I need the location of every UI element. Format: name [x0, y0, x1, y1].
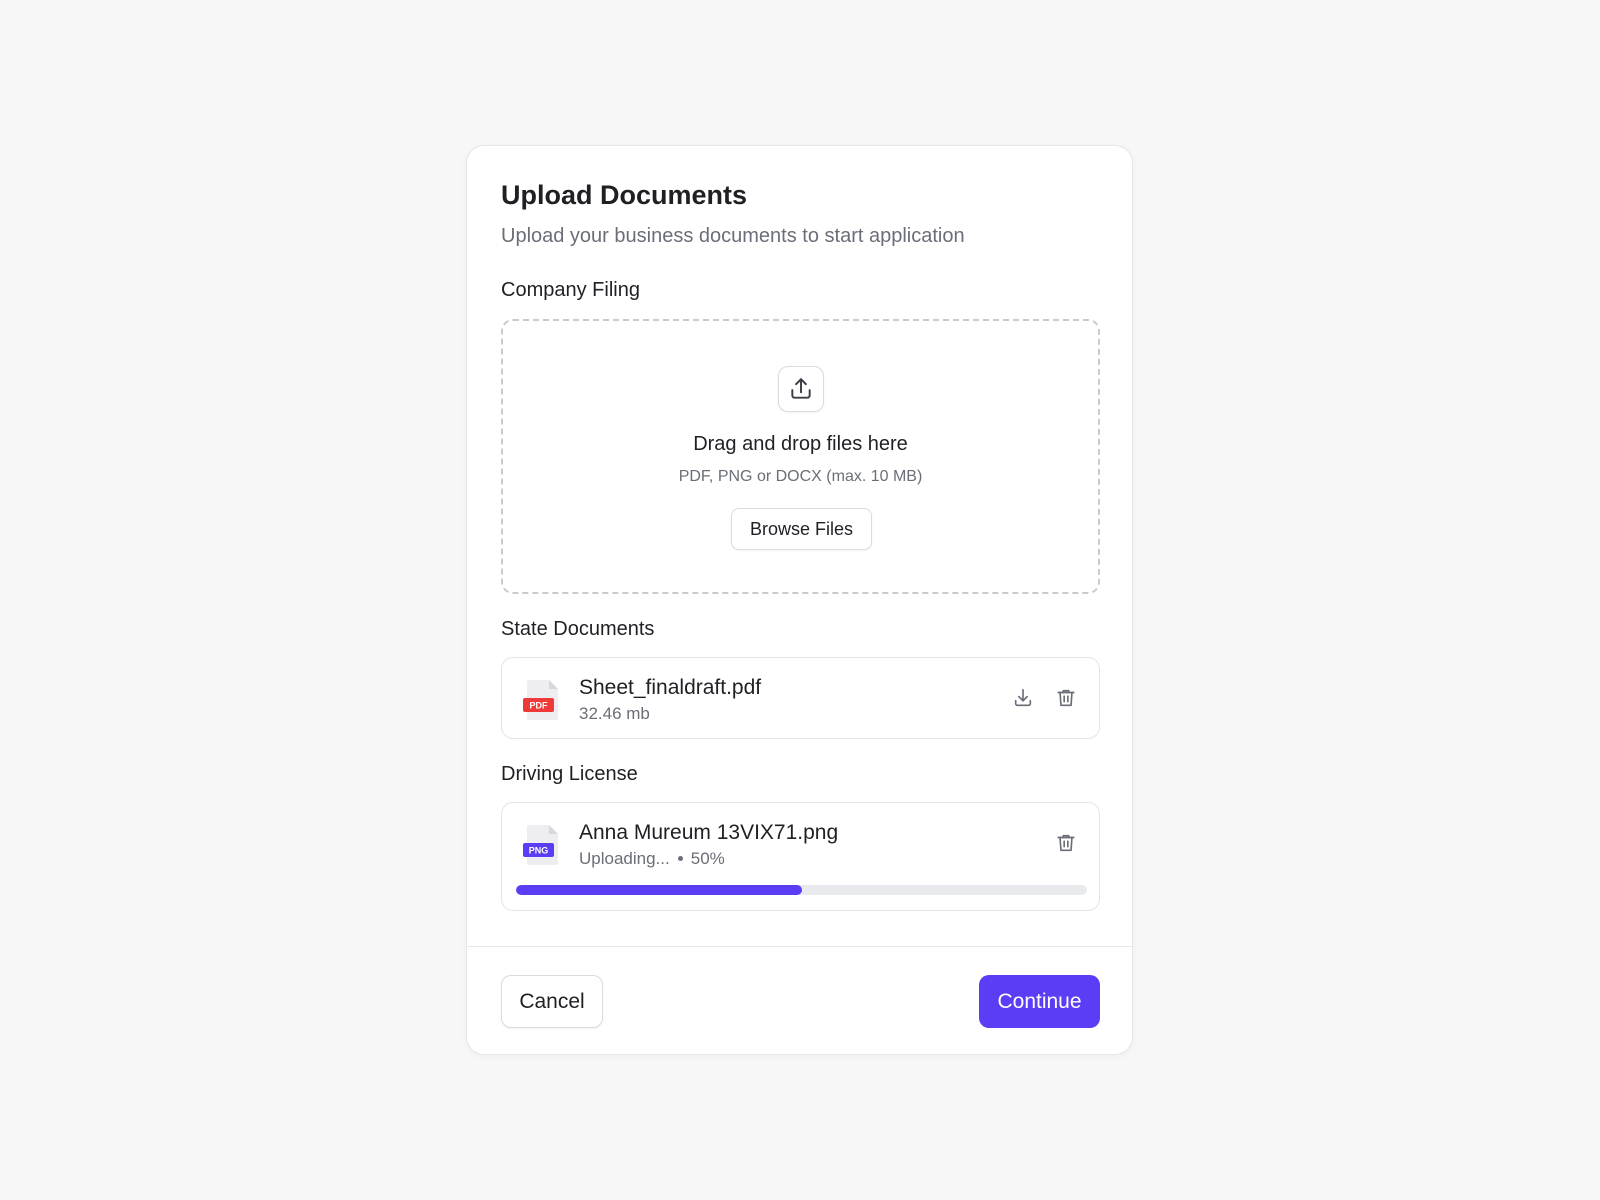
upload-status-text: Uploading... [579, 849, 670, 868]
file-name: Anna Mureum 13VIX71.png [579, 821, 839, 844]
download-icon[interactable] [1009, 684, 1037, 712]
driving-license-file-card: PNG Anna Mureum 13VIX71.png Uploading...… [501, 802, 1100, 911]
state-documents-label: State Documents [501, 618, 655, 640]
upload-progress-fill [516, 885, 802, 895]
browse-files-button[interactable]: Browse Files [731, 508, 872, 550]
driving-license-label: Driving License [501, 763, 638, 785]
trash-icon[interactable] [1052, 684, 1080, 712]
dropzone-hint: PDF, PNG or DOCX (max. 10 MB) [678, 468, 923, 485]
dropzone-title: Drag and drop files here [693, 433, 908, 455]
separator-dot [677, 855, 683, 861]
company-filing-label: Company Filing [501, 279, 640, 301]
file-size: 32.46 mb [579, 704, 650, 723]
file-name: Sheet_finaldraft.pdf [579, 676, 762, 699]
modal-title: Upload Documents [501, 180, 748, 210]
upload-progress-bar [516, 885, 1087, 895]
state-document-file-card: PDF Sheet_finaldraft.pdf 32.46 mb [501, 657, 1100, 739]
upload-percent: 50% [690, 849, 725, 868]
png-badge-text: PNG [529, 846, 549, 856]
cancel-button[interactable]: Cancel [501, 975, 603, 1028]
footer-divider [467, 946, 1132, 947]
continue-button[interactable]: Continue [979, 975, 1100, 1028]
upload-icon [778, 366, 824, 412]
png-file-icon: PNG [522, 823, 562, 867]
company-filing-dropzone[interactable]: Drag and drop files here PDF, PNG or DOC… [501, 319, 1100, 594]
trash-icon[interactable] [1052, 829, 1080, 857]
pdf-badge-text: PDF [530, 701, 549, 711]
pdf-file-icon: PDF [522, 678, 562, 722]
upload-status: Uploading... 50% [579, 849, 725, 869]
modal-subtitle: Upload your business documents to start … [501, 225, 965, 247]
upload-documents-modal: Upload Documents Upload your business do… [466, 145, 1133, 1055]
